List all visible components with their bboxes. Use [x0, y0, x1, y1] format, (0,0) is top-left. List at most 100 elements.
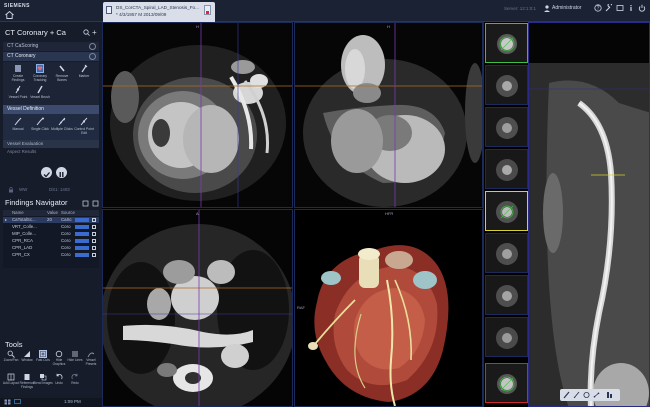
cross-section-thumbnail[interactable] — [485, 275, 528, 315]
cross-section-thumbnail[interactable] — [485, 317, 528, 357]
finding-color-swatch[interactable] — [75, 218, 89, 222]
close-icon[interactable] — [89, 53, 96, 60]
next-step-button[interactable] — [41, 167, 52, 178]
workflow-header: CT Coronary + Ca + — [0, 26, 102, 40]
patient-lock-icon[interactable] — [204, 5, 211, 15]
workflow-step-cascoring[interactable]: CT CaScoring — [3, 42, 99, 51]
oblique-view-left[interactable]: H — [102, 22, 293, 208]
view-toolbar — [560, 389, 620, 401]
create-findings-button[interactable]: Create Findings — [7, 63, 29, 83]
monitor-icon[interactable] — [14, 399, 21, 405]
findings-navigator-title: Findings Navigator — [5, 198, 68, 207]
finding-checkbox[interactable] — [92, 225, 96, 229]
table-row[interactable]: VRT_Colle... Coro — [3, 224, 99, 230]
finding-color-swatch[interactable] — [75, 225, 89, 229]
cross-section-thumbnail[interactable] — [485, 65, 528, 105]
vessel-definition-header[interactable]: Vessel Definition — [3, 105, 99, 114]
bone-icon — [59, 65, 65, 72]
wrench-icon[interactable] — [605, 4, 613, 12]
aspect-results-header[interactable]: Aspect Results — [3, 148, 99, 155]
finding-source: CaSc — [61, 217, 72, 222]
workflow-title: CT Coronary + Ca — [5, 28, 66, 37]
slider-value: DS1: 1403 — [49, 187, 70, 192]
cross-section-thumbnail[interactable] — [485, 23, 528, 63]
volume-rendering-view[interactable]: HFR RAF — [294, 209, 483, 407]
grid-icon[interactable] — [4, 399, 11, 405]
findings-options-icon[interactable] — [82, 200, 100, 207]
marker-button[interactable]: Marker — [73, 63, 95, 83]
column-header: Value — [47, 210, 58, 215]
vessel-evaluation-header[interactable]: Vessel Evaluation — [3, 140, 99, 148]
help-icon[interactable]: ? — [594, 4, 602, 12]
finding-checkbox[interactable] — [92, 246, 96, 250]
pen-icon[interactable] — [563, 391, 570, 399]
cross-section-image — [486, 234, 527, 272]
cross-section-thumbnail[interactable] — [485, 191, 528, 231]
contour-icon[interactable] — [583, 391, 590, 399]
multiple-clicks-button[interactable]: Multiple Clicks — [51, 116, 73, 136]
finding-color-swatch[interactable] — [75, 232, 89, 236]
left-panel: CT Coronary + Ca + CT CaScoring CT Coron… — [0, 22, 102, 407]
oblique-view-right[interactable]: H — [294, 22, 483, 208]
ruler-icon[interactable] — [606, 391, 613, 399]
cross-section-thumbnail[interactable] — [485, 107, 528, 147]
cuts-icon — [39, 350, 47, 358]
vessel-brush-button[interactable]: Vessel Brush — [29, 84, 51, 104]
remove-bones-button[interactable]: Remove Bones — [51, 63, 73, 83]
tools-title: Tools — [5, 340, 23, 349]
user-name[interactable]: Administrator — [552, 5, 581, 11]
table-row[interactable]: CPR_LAD Coro — [3, 245, 99, 251]
table-row[interactable]: CPR_CX Coro — [3, 252, 99, 258]
add-icon[interactable]: + — [92, 28, 97, 37]
blend-icon — [40, 374, 47, 381]
tool-label: Single Click — [31, 127, 49, 131]
tools-bar: Zoom/Pan Window Fast Cuts Hide Graphics … — [3, 349, 99, 395]
finding-source: Coro — [61, 238, 71, 243]
info-icon[interactable] — [627, 4, 635, 12]
workflow-step-label: CT Coronary — [7, 53, 36, 59]
coronary-tracking-button[interactable]: Coronary Tracking — [29, 63, 51, 83]
axial-view[interactable]: A — [102, 209, 293, 407]
cross-section-thumbnail[interactable] — [485, 149, 528, 189]
finding-name: CPR_CX — [12, 252, 30, 257]
window-icon[interactable] — [616, 4, 624, 12]
table-row[interactable]: CPR_RCA Coro — [3, 238, 99, 244]
patient-tab[interactable]: DS_CorCTA_Spiral_LAD_Stenosis_Fo... * 4/… — [103, 2, 215, 22]
single-click-button[interactable]: Single Click — [29, 116, 51, 136]
finding-name: CaTotalSc... — [12, 217, 36, 222]
server-info: Server: 12:1:0:1 — [504, 6, 537, 11]
vessel-point-button[interactable]: Vessel Point — [7, 84, 29, 104]
orientation-marker: RAF — [297, 305, 305, 310]
close-icon[interactable] — [89, 43, 96, 50]
pause-button[interactable] — [56, 167, 67, 178]
redo-button[interactable]: Redo — [67, 372, 83, 394]
measure-icon[interactable] — [593, 391, 600, 399]
finding-name: MIP_Colle... — [12, 231, 36, 236]
expand-arrow-icon[interactable]: ▸ — [5, 217, 7, 223]
power-icon[interactable] — [638, 4, 646, 12]
search-icon[interactable] — [83, 29, 90, 36]
finding-color-swatch[interactable] — [75, 239, 89, 243]
cross-section-thumbnail[interactable] — [485, 233, 528, 273]
finding-color-swatch[interactable] — [75, 253, 89, 257]
finding-checkbox[interactable] — [92, 239, 96, 243]
manual-button[interactable]: Manual — [7, 116, 29, 136]
finding-checkbox[interactable] — [92, 218, 96, 222]
checkmark-icon — [43, 172, 50, 178]
table-row[interactable]: MIP_Colle... Coro — [3, 231, 99, 237]
home-icon[interactable] — [5, 11, 14, 19]
table-row[interactable]: ▸ CaTotalSc... 20 CaSc — [3, 217, 99, 223]
finding-color-swatch[interactable] — [75, 246, 89, 250]
control-point-edit-button[interactable]: Control Point Edit — [73, 116, 95, 136]
pencil-icon[interactable] — [573, 391, 580, 399]
workflow-step-coronary[interactable]: CT Coronary — [3, 52, 99, 61]
cross-section-thumbnail[interactable] — [485, 363, 528, 403]
lock-icon[interactable] — [8, 187, 14, 193]
finding-checkbox[interactable] — [92, 232, 96, 236]
brand-logo: SIEMENS — [4, 3, 31, 9]
vessel-presets-button[interactable]: Vessel Presets — [83, 349, 99, 371]
reference-icon — [24, 374, 30, 380]
window-slider[interactable]: WW DS1: 1403 — [3, 186, 99, 194]
finding-checkbox[interactable] — [92, 253, 96, 257]
curved-vessel-view[interactable] — [528, 22, 650, 407]
